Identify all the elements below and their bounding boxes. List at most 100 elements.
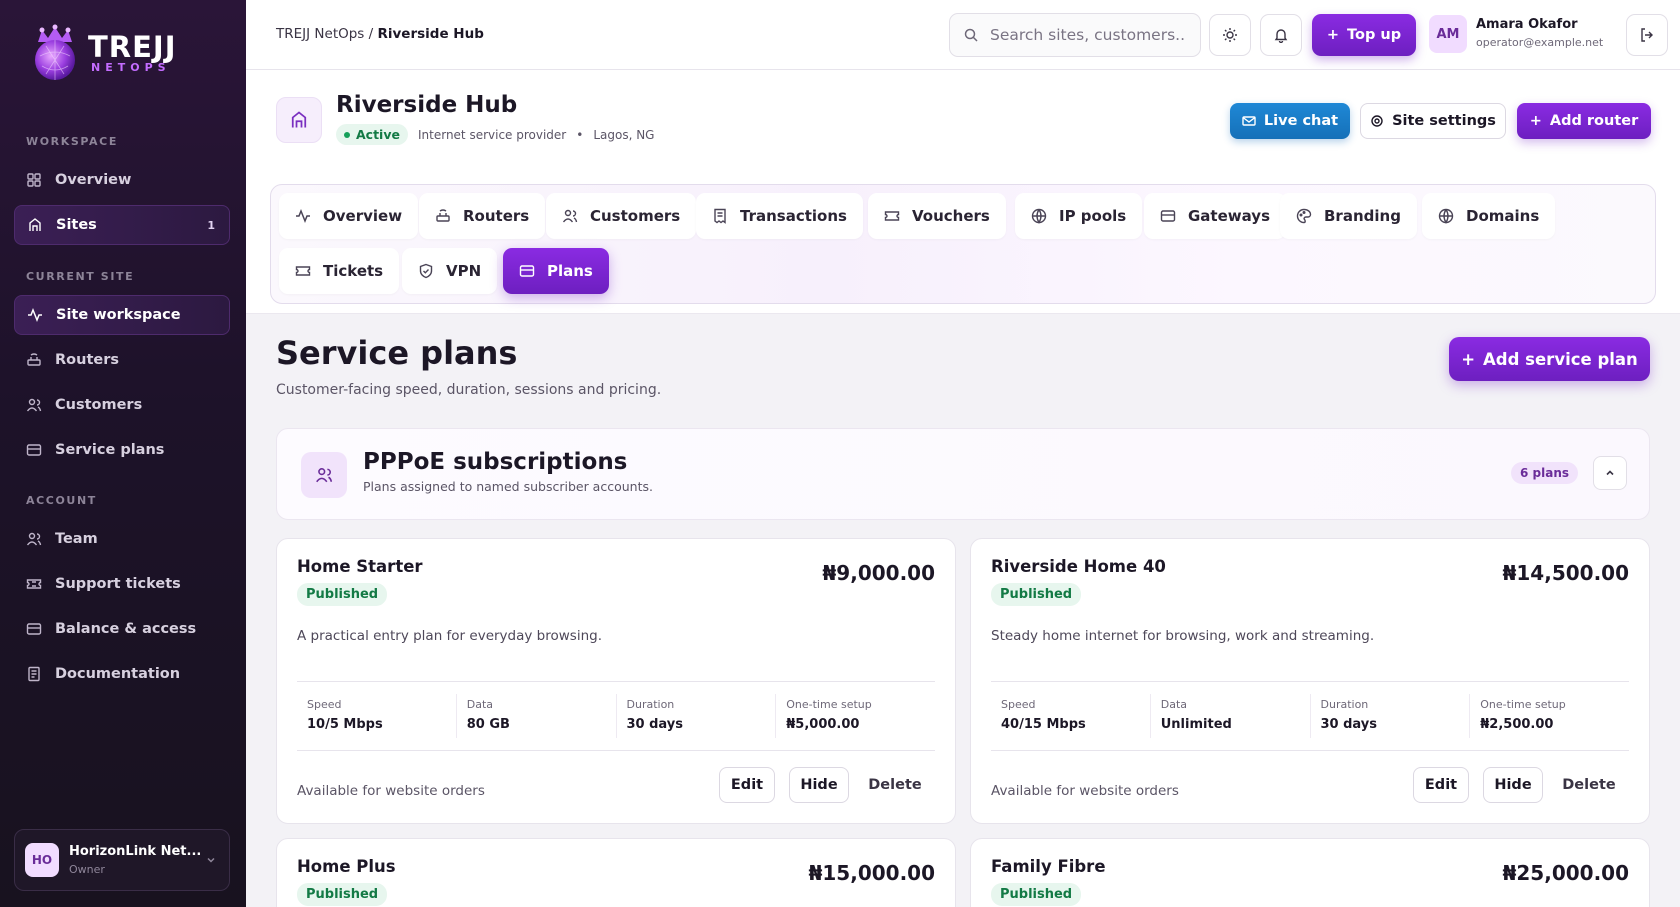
sidebar-item-label: Documentation: [55, 666, 181, 682]
stat-data: Data Unlimited: [1151, 694, 1311, 738]
tab-ip-pools[interactable]: IP pools: [1015, 193, 1143, 239]
breadcrumb-root[interactable]: TREJJ NetOps /: [276, 26, 373, 42]
card-icon: [519, 265, 535, 277]
grid-icon: [27, 173, 41, 187]
plan-name: Home Starter: [297, 557, 423, 576]
stat-speed: Speed 10/5 Mbps: [297, 694, 457, 738]
plan-description: Steady home internet for browsing, work …: [991, 628, 1375, 644]
sidebar-item-support-tickets[interactable]: Support tickets: [14, 564, 230, 604]
user-email: operator@example.net: [1476, 36, 1604, 49]
sidebar: TREJJ NETOPS WORKSPACE Overview Sites 1 …: [0, 0, 246, 907]
palette-icon: [1296, 208, 1312, 224]
sidebar-item-sites[interactable]: Sites 1: [14, 205, 230, 245]
tab-label: Tickets: [323, 262, 384, 280]
sidebar-item-balance-access[interactable]: Balance & access: [14, 609, 230, 649]
search-icon: [964, 28, 978, 42]
org-role: Owner: [69, 863, 105, 876]
live-chat-button[interactable]: Live chat: [1230, 103, 1350, 139]
tab-customers[interactable]: Customers: [546, 193, 697, 239]
tab-plans[interactable]: Plans: [503, 248, 609, 294]
sidebar-item-routers[interactable]: Routers: [14, 340, 230, 380]
top-up-button[interactable]: + Top up: [1312, 14, 1416, 56]
plan-stats: Speed 40/15 Mbps Data Unlimited Duration…: [991, 681, 1629, 751]
site-tabs: Overview Routers Customers Transactions …: [270, 184, 1656, 304]
top-up-label: Top up: [1347, 27, 1402, 43]
sidebar-item-service-plans[interactable]: Service plans: [14, 430, 230, 470]
sidebar-item-overview[interactable]: Overview: [14, 160, 230, 200]
tab-label: Branding: [1324, 207, 1401, 225]
stat-label: One-time setup: [1480, 698, 1566, 711]
add-service-plan-button[interactable]: + Add service plan: [1449, 337, 1650, 381]
user-avatar[interactable]: AM: [1429, 15, 1467, 53]
tab-label: IP pools: [1059, 207, 1127, 225]
tab-label: Domains: [1466, 207, 1540, 225]
plan-description: A practical entry plan for everyday brow…: [297, 628, 602, 644]
sidebar-item-site-workspace[interactable]: Site workspace: [14, 295, 230, 335]
plan-group-header: PPPoE subscriptions Plans assigned to na…: [276, 428, 1650, 520]
plan-status-badge: Published: [297, 883, 388, 906]
breadcrumb-current: Riverside Hub: [377, 26, 484, 42]
plan-name: Riverside Home 40: [991, 557, 1166, 576]
tab-overview[interactable]: Overview: [279, 193, 419, 239]
stat-value: 40/15 Mbps: [1001, 717, 1086, 732]
stat-setup: One-time setup ₦2,500.00: [1470, 694, 1629, 738]
tab-gateways[interactable]: Gateways: [1144, 193, 1287, 239]
sidebar-item-documentation[interactable]: Documentation: [14, 654, 230, 694]
tab-routers[interactable]: Routers: [419, 193, 546, 239]
building-icon: [29, 218, 41, 231]
edit-plan-button[interactable]: Edit: [1413, 767, 1469, 803]
stat-value: 30 days: [1320, 717, 1378, 732]
edit-plan-button[interactable]: Edit: [719, 767, 775, 803]
stat-duration: Duration 30 days: [617, 694, 777, 738]
notifications-button[interactable]: [1260, 14, 1302, 56]
card-icon: [1160, 210, 1176, 222]
chevron-down-icon: [207, 857, 215, 863]
theme-toggle-button[interactable]: [1209, 14, 1251, 56]
stat-label: Speed: [1001, 698, 1036, 711]
add-router-button[interactable]: + Add router: [1517, 103, 1651, 139]
tab-label: Overview: [323, 207, 403, 225]
org-name: HorizonLink Net...: [69, 844, 202, 859]
tab-tickets[interactable]: Tickets: [279, 248, 400, 294]
sidebar-item-label: Routers: [55, 352, 119, 368]
globe-icon: [1031, 208, 1047, 224]
search-box[interactable]: [949, 13, 1201, 57]
tab-vouchers[interactable]: Vouchers: [868, 193, 1006, 239]
plan-price: ₦14,500.00: [1502, 561, 1629, 585]
globe-icon: [1438, 208, 1454, 224]
stat-value: ₦5,000.00: [786, 717, 860, 732]
brand-name: TREJJ: [88, 30, 177, 64]
plan-count-badge: 6 plans: [1511, 462, 1579, 484]
tab-label: Routers: [463, 207, 530, 225]
logout-button[interactable]: [1626, 14, 1668, 56]
stat-label: Data: [1160, 698, 1188, 711]
hide-plan-button[interactable]: Hide: [789, 767, 849, 803]
site-status-badge: Active: [336, 124, 408, 145]
collapse-group-button[interactable]: [1593, 456, 1627, 490]
delete-plan-button[interactable]: Delete: [861, 767, 929, 803]
sidebar-item-label: Sites: [56, 217, 97, 233]
sidebar-item-customers[interactable]: Customers: [14, 385, 230, 425]
tab-branding[interactable]: Branding: [1280, 193, 1417, 239]
stat-data: Data 80 GB: [457, 694, 617, 738]
user-name: Amara Okafor: [1476, 17, 1578, 32]
search-input[interactable]: [990, 26, 1185, 44]
brand-logo[interactable]: TREJJ NETOPS: [30, 24, 177, 82]
separator-dot: •: [576, 127, 584, 142]
tab-domains[interactable]: Domains: [1422, 193, 1556, 239]
site-name: Riverside Hub: [336, 92, 518, 118]
stat-speed: Speed 40/15 Mbps: [991, 694, 1151, 738]
sidebar-item-team[interactable]: Team: [14, 519, 230, 559]
tab-vpn[interactable]: VPN: [402, 248, 498, 294]
tab-transactions[interactable]: Transactions: [696, 193, 863, 239]
doc-icon: [28, 666, 40, 682]
hide-plan-button[interactable]: Hide: [1483, 767, 1543, 803]
sidebar-item-label: Overview: [55, 172, 132, 188]
delete-plan-button[interactable]: Delete: [1555, 767, 1623, 803]
ticket-icon: [884, 211, 900, 221]
org-switcher[interactable]: HO HorizonLink Net... Owner: [14, 829, 230, 891]
activity-icon: [28, 307, 42, 323]
stat-label: Data: [466, 698, 494, 711]
users-icon: [26, 398, 42, 412]
site-settings-button[interactable]: Site settings: [1360, 103, 1506, 139]
